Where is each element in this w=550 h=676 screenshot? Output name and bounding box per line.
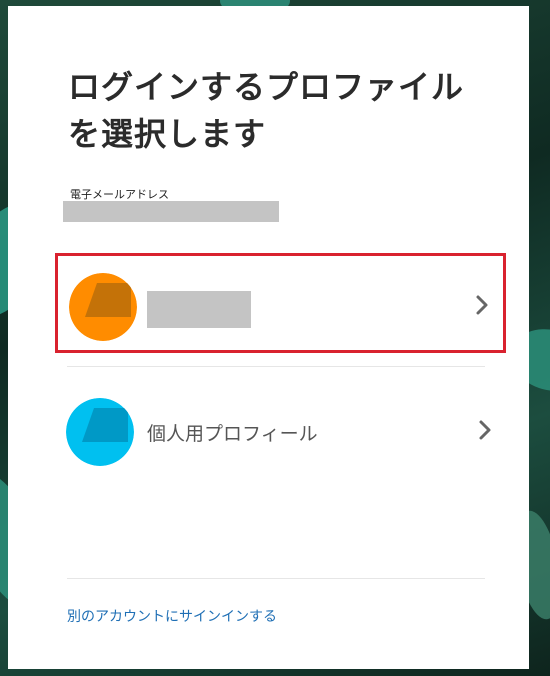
profile-picker-dialog: ログインするプロファイルを選択します 電子メールアドレス 個人用プロフィール 別… — [8, 6, 529, 669]
divider — [67, 578, 485, 579]
chevron-right-icon — [478, 419, 492, 441]
page-title: ログインするプロファイルを選択します — [68, 68, 465, 153]
redacted-email-value — [63, 201, 279, 222]
profile-name: 個人用プロフィール — [147, 423, 318, 445]
email-label: 電子メールアドレス — [70, 188, 169, 201]
profile-avatar-icon — [66, 398, 134, 466]
redacted-profile-name — [147, 291, 251, 328]
profile-item-work[interactable] — [55, 253, 506, 353]
chevron-right-icon — [475, 294, 489, 316]
divider — [67, 366, 485, 367]
profile-avatar-icon — [69, 273, 137, 341]
signin-other-account-link[interactable]: 別のアカウントにサインインする — [67, 606, 277, 626]
profile-item-personal[interactable]: 個人用プロフィール — [55, 376, 506, 476]
